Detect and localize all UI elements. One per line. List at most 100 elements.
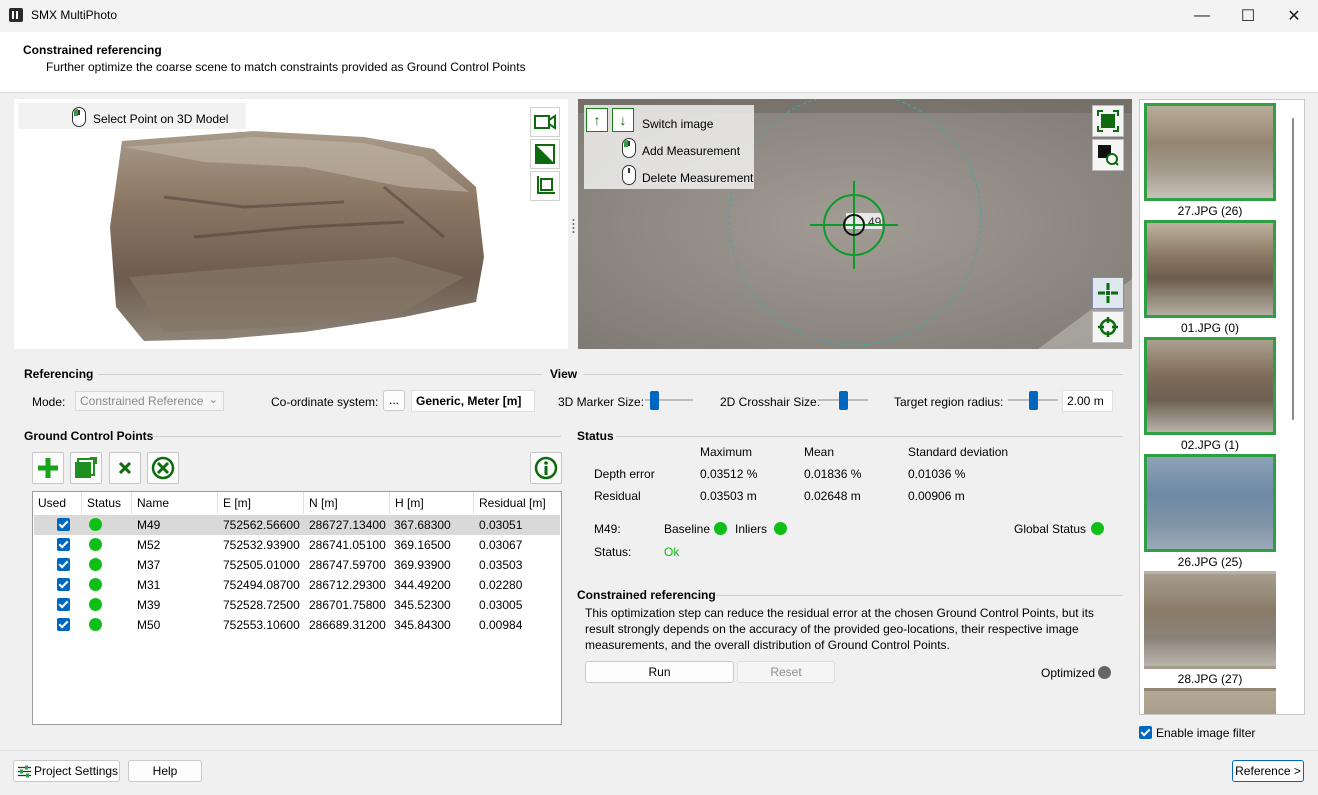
camera-view-icon[interactable] (530, 107, 560, 137)
gcp-name: M52 (137, 538, 161, 552)
marker-size-slider-thumb[interactable] (649, 391, 659, 410)
chevron-down-icon: ⌄ (208, 394, 218, 406)
delete-gcp-button[interactable] (109, 452, 141, 484)
svg-text:49: 49 (868, 215, 882, 229)
status-value: Ok (664, 545, 680, 559)
baseline-status-dot (714, 522, 727, 535)
gcp-h: 369.93900 (394, 558, 451, 572)
viewer-3d[interactable]: Select Point on 3D Model (14, 99, 568, 349)
arrow-up-icon[interactable]: ↑ (586, 108, 608, 132)
thumbnail-image[interactable] (1144, 220, 1276, 318)
column-header-n[interactable]: N [m] (304, 492, 390, 514)
baseline-label: Baseline (664, 522, 711, 536)
thumbnail-image[interactable] (1144, 337, 1276, 435)
global-status-dot (1091, 522, 1104, 535)
reset-button[interactable]: Reset (737, 661, 835, 683)
referencing-title: Referencing (24, 367, 94, 381)
enable-image-filter-checkbox[interactable] (1139, 726, 1152, 739)
used-checkbox[interactable] (57, 558, 70, 571)
status-dot (89, 598, 102, 611)
thumbnail-image[interactable] (1144, 688, 1276, 714)
mode-label: Mode: (32, 395, 66, 409)
column-header-used[interactable]: Used (33, 492, 82, 514)
table-row[interactable]: M50 752553.10600 286689.31200 345.84300 … (34, 615, 560, 635)
point-label: M49: (594, 522, 621, 536)
gcp-h: 345.84300 (394, 618, 451, 632)
thumbnail-scrollbar[interactable] (1292, 118, 1294, 420)
used-checkbox[interactable] (57, 618, 70, 631)
column-header-residual[interactable]: Residual [m] (474, 492, 560, 514)
3d-model-image[interactable] (104, 127, 494, 347)
target-radius-input[interactable]: 2.00 m (1062, 390, 1113, 412)
table-row[interactable]: M52 752532.93900 286741.05100 369.16500 … (34, 535, 560, 555)
residual-mean: 0.02648 m (804, 489, 861, 503)
residual-max: 0.03503 m (700, 489, 757, 503)
column-header-h[interactable]: H [m] (390, 492, 474, 514)
viewer-splitter-icon[interactable] (572, 218, 575, 234)
used-checkbox[interactable] (57, 518, 70, 531)
table-row[interactable]: M39 752528.72500 286701.75800 345.52300 … (34, 595, 560, 615)
add-measurement-label: Add Measurement (642, 144, 741, 158)
used-checkbox[interactable] (57, 538, 70, 551)
constrained-description-line: This optimization step can reduce the re… (585, 606, 1094, 620)
thumbnail-image[interactable] (1144, 571, 1276, 669)
fit-image-icon[interactable] (1092, 105, 1124, 137)
arrow-down-icon[interactable]: ↓ (612, 108, 634, 132)
depth-error-max: 0.03512 % (700, 467, 758, 481)
status-col-std: Standard deviation (908, 445, 1009, 459)
gcp-n: 286689.31200 (309, 618, 386, 632)
crosshair-mode-icon[interactable] (1092, 277, 1124, 309)
depth-error-std: 0.01036 % (908, 467, 966, 481)
table-row[interactable]: M31 752494.08700 286712.29300 344.49200 … (34, 575, 560, 595)
thumbnail-image[interactable] (1144, 454, 1276, 552)
section-divider (583, 374, 1123, 375)
reference-next-button[interactable]: Reference > (1232, 760, 1304, 782)
import-gcp-button[interactable] (70, 452, 102, 484)
table-row[interactable]: M37 752505.01000 286747.59700 369.93900 … (34, 555, 560, 575)
viewer-2d[interactable]: 49 ↑ ↓ Switch image Add Measurement Dele… (578, 99, 1132, 349)
gcp-e: 752494.08700 (223, 578, 300, 592)
mouse-left-click-icon (72, 107, 86, 127)
gcp-info-button[interactable] (530, 452, 562, 484)
maximize-button[interactable]: ☐ (1225, 0, 1271, 32)
minimize-button[interactable]: — (1179, 0, 1225, 32)
gcp-residual: 0.03005 (479, 598, 523, 612)
gcp-table[interactable]: Used Status Name E [m] N [m] H [m] Resid… (32, 491, 562, 725)
target-radius-label: Target region radius: (894, 395, 1004, 409)
render-mode-icon[interactable] (530, 139, 560, 169)
column-header-status[interactable]: Status (82, 492, 132, 514)
gcp-title: Ground Control Points (24, 429, 154, 443)
help-button[interactable]: Help (128, 760, 202, 782)
run-button[interactable]: Run (585, 661, 734, 683)
gcp-e: 752528.72500 (223, 598, 300, 612)
global-status-label: Global Status (1014, 522, 1087, 536)
coordinate-system-browse-button[interactable]: ... (383, 390, 405, 411)
target-radius-slider-thumb[interactable] (1028, 391, 1038, 410)
viewer-2d-legend: ↑ ↓ Switch image Add Measurement Delete … (584, 105, 754, 189)
crosshair-size-slider-thumb[interactable] (838, 391, 848, 410)
used-checkbox[interactable] (57, 598, 70, 611)
gcp-residual: 0.02280 (479, 578, 523, 592)
status-dot (89, 558, 102, 571)
thumbnail-image[interactable] (1144, 103, 1276, 201)
section-divider (716, 595, 1123, 596)
section-divider (98, 374, 542, 375)
fit-view-icon[interactable] (530, 171, 560, 201)
delete-measurement-label: Delete Measurement (642, 171, 754, 185)
gcp-e: 752562.56600 (223, 518, 300, 532)
target-mode-icon[interactable] (1092, 311, 1124, 343)
clear-gcp-button[interactable] (147, 452, 179, 484)
page-subtitle: Further optimize the coarse scene to mat… (46, 60, 526, 74)
close-button[interactable]: ✕ (1271, 0, 1317, 32)
project-settings-button[interactable]: Project Settings (13, 760, 120, 782)
thumbnail-label: 02.JPG (1) (1180, 438, 1240, 452)
add-gcp-button[interactable] (32, 452, 64, 484)
table-row[interactable]: M49 752562.56600 286727.13400 367.68300 … (34, 515, 560, 535)
zoom-image-icon[interactable] (1092, 139, 1124, 171)
thumbnail-list[interactable]: 27.JPG (26) 01.JPG (0) 02.JPG (1) 26.JPG… (1139, 99, 1305, 715)
column-header-e[interactable]: E [m] (218, 492, 304, 514)
mode-select[interactable]: Constrained Reference ⌄ (75, 391, 224, 411)
column-header-name[interactable]: Name (132, 492, 218, 514)
status-col-mean: Mean (804, 445, 835, 459)
used-checkbox[interactable] (57, 578, 70, 591)
